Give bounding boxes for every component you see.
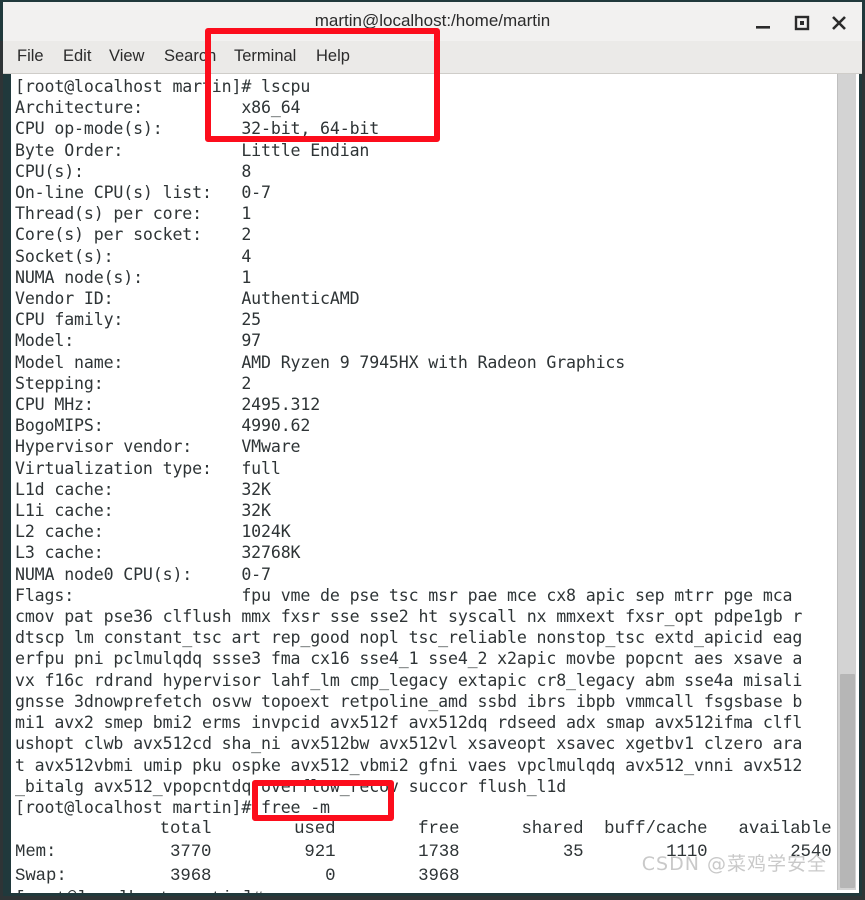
terminal-scrollbar[interactable] <box>837 74 856 890</box>
terminal-prompt-line-3: [root@localhost martin]# <box>15 888 841 893</box>
menu-item-view[interactable]: View <box>109 47 144 66</box>
window-titlebar[interactable]: martin@localhost:/home/martin <box>0 0 865 41</box>
window-title: martin@localhost:/home/martin <box>314 11 551 30</box>
scrollbar-thumb[interactable] <box>840 674 855 888</box>
terminal-prompt-line-1: [root@localhost martin]# lscpu <box>15 77 311 96</box>
menu-item-edit[interactable]: Edit <box>63 47 91 66</box>
menu-item-search[interactable]: Search <box>164 47 216 66</box>
menu-item-terminal[interactable]: Terminal <box>234 47 296 66</box>
menu-item-file[interactable]: File <box>17 47 44 66</box>
minimize-button[interactable] <box>750 10 776 36</box>
menubar: File Edit View Search Terminal Help <box>3 41 862 74</box>
terminal-prompt-line-2: [root@localhost martin]# free -m <box>15 797 330 817</box>
close-button[interactable] <box>826 10 852 36</box>
terminal-window: martin@localhost:/home/martin File Edit … <box>0 0 865 900</box>
terminal-body[interactable]: [root@localhost martin]# lscpu Architect… <box>3 74 862 896</box>
lscpu-output: Architecture: x86_64 CPU op-mode(s): 32-… <box>15 98 803 796</box>
maximize-button[interactable] <box>789 10 815 36</box>
terminal-screen[interactable]: [root@localhost martin]# lscpu Architect… <box>11 74 841 893</box>
menu-item-help[interactable]: Help <box>316 47 350 66</box>
csdn-watermark: CSDN @菜鸡学安全 <box>641 853 827 875</box>
